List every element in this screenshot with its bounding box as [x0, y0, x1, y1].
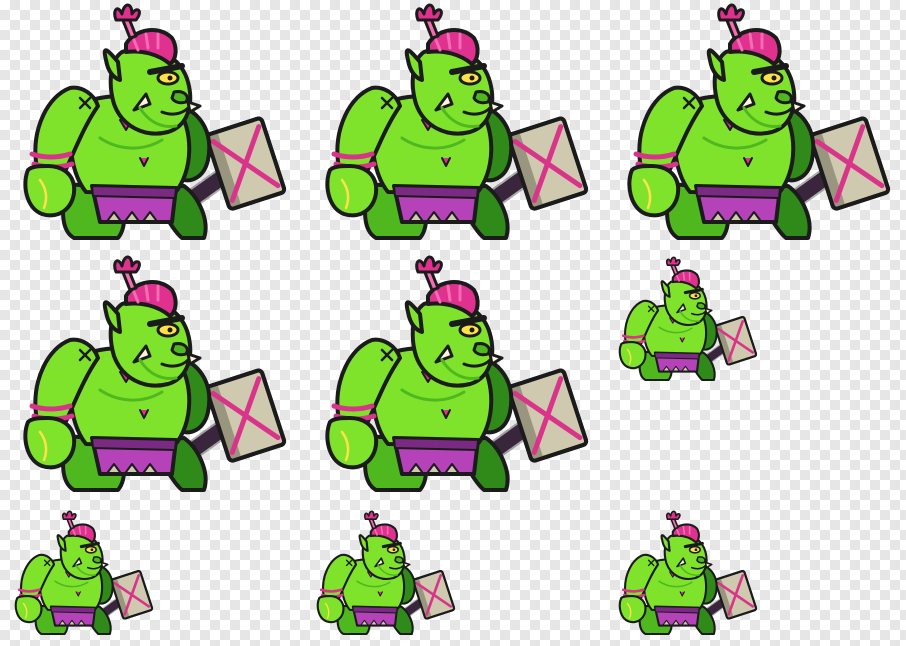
ogre-sprite-frame-2 [324, 3, 589, 244]
ogre-sprite-frame-9 [618, 510, 758, 638]
ogre-sprite-frame-3 [626, 3, 891, 244]
ogre-sprite-frame-7 [14, 510, 154, 638]
sprite-sheet [0, 0, 906, 646]
ogre-sprite-frame-5 [324, 255, 589, 496]
ogre-sprite-frame-1 [22, 3, 287, 244]
ogre-sprite-frame-6 [618, 256, 758, 384]
ogre-sprite-frame-8 [316, 510, 456, 638]
ogre-sprite-frame-4 [22, 255, 287, 496]
